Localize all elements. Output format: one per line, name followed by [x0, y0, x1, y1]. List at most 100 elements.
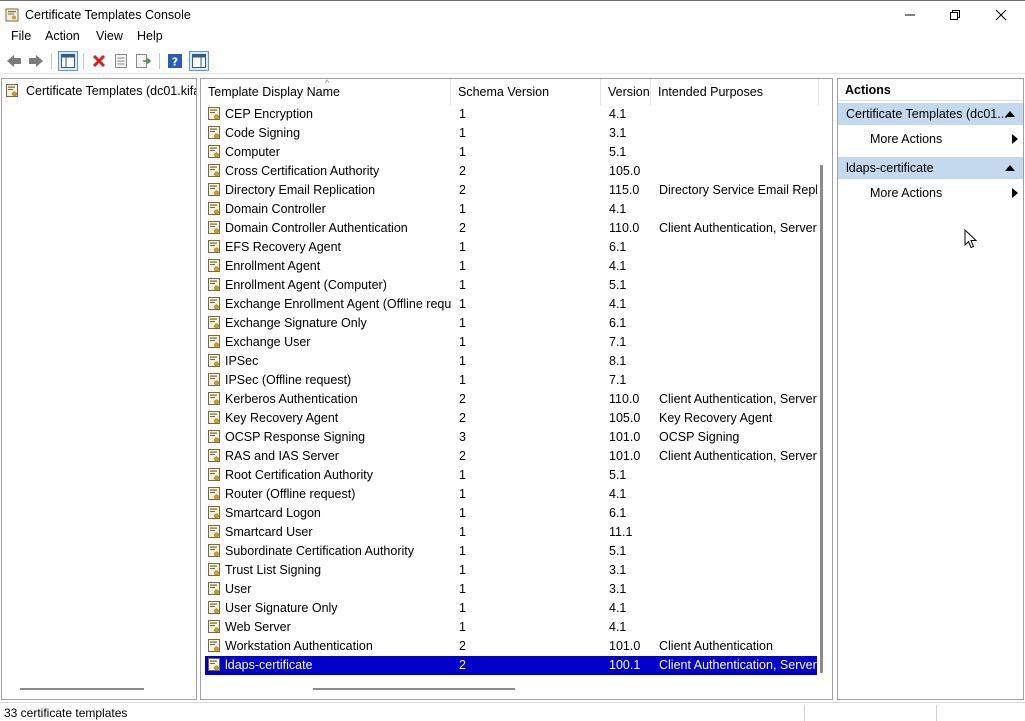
version-cell: 8.1	[609, 354, 627, 368]
version-cell: 4.1	[609, 487, 627, 501]
toolbar: ?	[0, 48, 1025, 74]
table-row[interactable]: Enrollment Agent (Computer) 1 5.1	[205, 276, 817, 295]
close-button[interactable]	[978, 1, 1024, 29]
version-cell: 5.1	[609, 278, 627, 292]
more-actions-link[interactable]: More Actions	[870, 129, 1020, 149]
show-hide-action-pane-button[interactable]	[189, 51, 209, 71]
table-row[interactable]: User Signature Only 1 4.1	[205, 599, 817, 618]
table-row[interactable]: IPSec 1 8.1	[205, 352, 817, 371]
table-row[interactable]: RAS and IAS Server 2 101.0 Client Authen…	[205, 447, 817, 466]
column-header-version[interactable]: Version	[601, 79, 651, 105]
version-cell: 4.1	[609, 297, 627, 311]
table-row[interactable]: Cross Certification Authority 2 105.0	[205, 162, 817, 181]
version-cell: 105.0	[609, 411, 641, 425]
table-row[interactable]: Root Certification Authority 1 5.1	[205, 466, 817, 485]
table-row[interactable]: Enrollment Agent 1 4.1	[205, 257, 817, 276]
version-cell: 5.1	[609, 145, 627, 159]
certificate-template-icon	[208, 544, 220, 557]
delete-button[interactable]	[89, 51, 109, 71]
table-row[interactable]: Domain Controller 1 4.1	[205, 200, 817, 219]
template-name-cell: Smartcard User	[225, 525, 313, 539]
table-row[interactable]: Trust List Signing 1 3.1	[205, 561, 817, 580]
template-name-cell: Exchange User	[225, 335, 311, 349]
table-row[interactable]: Kerberos Authentication 2 110.0 Client A…	[205, 390, 817, 409]
table-row[interactable]: Key Recovery Agent 2 105.0 Key Recovery …	[205, 409, 817, 428]
certificate-template-icon	[208, 449, 220, 462]
table-row[interactable]: Domain Controller Authentication 2 110.0…	[205, 219, 817, 238]
schema-version-cell: 1	[459, 582, 466, 596]
show-hide-console-tree-button[interactable]	[58, 51, 78, 71]
export-list-button[interactable]	[134, 51, 154, 71]
table-row[interactable]: Smartcard Logon 1 6.1	[205, 504, 817, 523]
table-row[interactable]: Directory Email Replication 2 115.0 Dire…	[205, 181, 817, 200]
schema-version-cell: 2	[459, 164, 466, 178]
back-button[interactable]	[4, 51, 24, 71]
menu-view[interactable]: View	[96, 29, 123, 43]
template-name-cell: Web Server	[225, 620, 291, 634]
tree-item-certificate-templates[interactable]: Certificate Templates (dc01.kifarunix-de…	[6, 82, 196, 100]
column-header-intended-purposes[interactable]: Intended Purposes	[651, 79, 819, 105]
help-button[interactable]: ?	[165, 51, 185, 71]
table-row[interactable]: Code Signing 1 3.1	[205, 124, 817, 143]
tree-horizontal-scrollbar[interactable]	[20, 688, 144, 690]
column-header-schema-version[interactable]: Schema Version	[451, 79, 601, 105]
list-horizontal-scrollbar[interactable]	[313, 688, 515, 690]
version-cell: 105.0	[609, 164, 641, 178]
version-cell: 4.1	[609, 620, 627, 634]
table-row[interactable]: Exchange User 1 7.1	[205, 333, 817, 352]
schema-version-cell: 1	[459, 297, 466, 311]
template-name-cell: Key Recovery Agent	[225, 411, 339, 425]
intended-purposes-cell	[659, 542, 817, 561]
minimize-button[interactable]	[887, 1, 933, 29]
version-cell: 6.1	[609, 506, 627, 520]
menu-file[interactable]: File	[11, 29, 31, 43]
table-row[interactable]: Workstation Authentication 2 101.0 Clien…	[205, 637, 817, 656]
properties-button[interactable]	[111, 51, 131, 71]
collapse-caret-icon[interactable]	[1005, 111, 1015, 117]
list-vertical-scrollbar[interactable]	[820, 165, 823, 673]
menu-help[interactable]: Help	[137, 29, 163, 43]
template-name-cell: Root Certification Authority	[225, 468, 373, 482]
intended-purposes-cell: Client Authentication	[659, 639, 773, 653]
intended-purposes-cell	[659, 295, 817, 314]
version-cell: 3.1	[609, 563, 627, 577]
table-row[interactable]: EFS Recovery Agent 1 6.1	[205, 238, 817, 257]
back-arrow-icon	[7, 55, 21, 67]
table-row[interactable]: Computer 1 5.1	[205, 143, 817, 162]
table-row[interactable]: CEP Encryption 1 4.1	[205, 105, 817, 124]
table-row[interactable]: Exchange Enrollment Agent (Offline reque…	[205, 295, 817, 314]
schema-version-cell: 1	[459, 468, 466, 482]
actions-section-certificate-templates[interactable]: Certificate Templates (dc01...	[838, 103, 1023, 125]
version-cell: 11.1	[609, 525, 633, 539]
template-name-cell: CEP Encryption	[225, 107, 314, 121]
table-row[interactable]: User 1 3.1	[205, 580, 817, 599]
certificate-template-icon	[208, 335, 220, 348]
menu-action[interactable]: Action	[45, 29, 80, 43]
table-row[interactable]: Router (Offline request) 1 4.1	[205, 485, 817, 504]
maximize-button[interactable]	[932, 1, 978, 29]
table-row[interactable]: Subordinate Certification Authority 1 5.…	[205, 542, 817, 561]
template-name-cell: Domain Controller Authentication	[225, 221, 408, 235]
intended-purposes-cell	[659, 561, 817, 580]
schema-version-cell: 1	[459, 316, 466, 330]
template-name-cell: Exchange Signature Only	[225, 316, 367, 330]
table-row[interactable]: Smartcard User 1 11.1	[205, 523, 817, 542]
schema-version-cell: 1	[459, 487, 466, 501]
status-text: 33 certificate templates	[4, 706, 128, 720]
more-actions-link[interactable]: More Actions	[870, 183, 1020, 203]
certificate-template-icon	[208, 145, 220, 158]
forward-button[interactable]	[26, 51, 46, 71]
column-header-template-display-name[interactable]: ^ Template Display Name	[201, 79, 451, 105]
certificate-template-icon	[208, 620, 220, 633]
actions-section-ldaps-certificate[interactable]: ldaps-certificate	[838, 157, 1023, 179]
schema-version-cell: 1	[459, 620, 466, 634]
table-row[interactable]: Web Server 1 4.1	[205, 618, 817, 637]
table-row[interactable]: Exchange Signature Only 1 6.1	[205, 314, 817, 333]
mouse-cursor-icon	[964, 229, 978, 249]
certificate-template-icon	[208, 468, 220, 481]
collapse-caret-icon[interactable]	[1005, 165, 1015, 171]
version-cell: 7.1	[609, 373, 627, 387]
table-row[interactable]: ldaps-certificate 2 100.1 Client Authent…	[205, 656, 817, 675]
table-row[interactable]: OCSP Response Signing 3 101.0 OCSP Signi…	[205, 428, 817, 447]
table-row[interactable]: IPSec (Offline request) 1 7.1	[205, 371, 817, 390]
